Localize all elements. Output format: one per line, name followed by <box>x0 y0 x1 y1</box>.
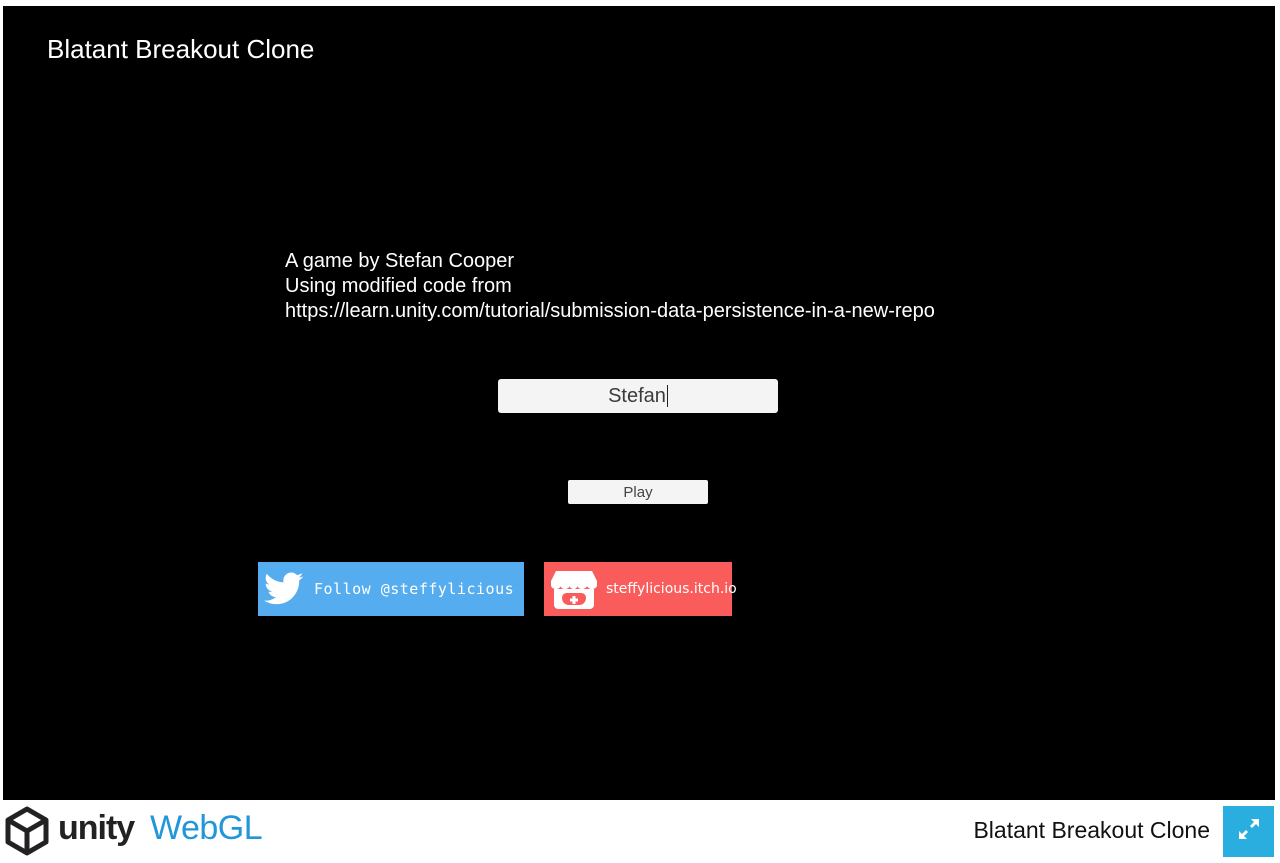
credits-text: A game by Stefan Cooper Using modified c… <box>285 249 935 324</box>
twitter-bird-icon <box>264 572 304 606</box>
fullscreen-icon <box>1237 817 1261 846</box>
itch-io-label: steffylicious.itch.io <box>606 581 737 597</box>
play-button-label: Play <box>623 483 653 501</box>
webgl-footer: unity WebGL Blatant Breakout Clone <box>0 800 1280 863</box>
credits-line-author: A game by Stefan Cooper <box>285 250 515 272</box>
play-button[interactable]: Play <box>568 480 708 504</box>
footer-game-title: Blatant Breakout Clone <box>973 817 1210 843</box>
fullscreen-button[interactable] <box>1223 806 1274 857</box>
unity-wordmark: unity <box>58 809 135 847</box>
credits-line-using: Using modified code from <box>285 275 512 297</box>
game-canvas[interactable]: Blatant Breakout Clone A game by Stefan … <box>3 6 1275 800</box>
itch-io-button[interactable]: steffylicious.itch.io <box>544 562 737 616</box>
itch-io-icon <box>550 567 598 611</box>
player-name-input[interactable]: Stefan <box>498 379 778 413</box>
twitter-follow-button[interactable]: Follow @steffylicious <box>258 562 524 616</box>
unity-logo-icon <box>2 806 52 856</box>
player-name-value: Stefan <box>608 384 666 407</box>
game-title: Blatant Breakout Clone <box>47 34 315 64</box>
twitter-follow-label: Follow @steffylicious <box>314 580 515 598</box>
credits-line-url: https://learn.unity.com/tutorial/submiss… <box>285 300 935 322</box>
text-caret <box>666 385 668 407</box>
webgl-wordmark: WebGL <box>150 809 263 847</box>
